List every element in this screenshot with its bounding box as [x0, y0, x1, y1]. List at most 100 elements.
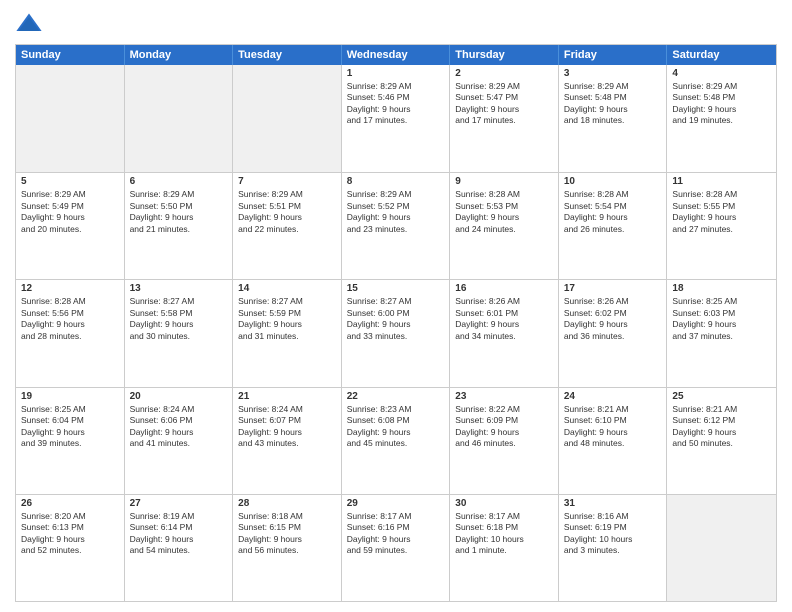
calendar-row: 19 Sunrise: 8:25 AM Sunset: 6:04 PM Dayli… — [16, 387, 776, 494]
cell-info: Sunrise: 8:23 AM Sunset: 6:08 PM Dayligh… — [347, 404, 445, 450]
day-number: 24 — [564, 391, 662, 402]
cell-info: Sunrise: 8:25 AM Sunset: 6:03 PM Dayligh… — [672, 296, 771, 342]
cell-info: Sunrise: 8:29 AM Sunset: 5:47 PM Dayligh… — [455, 81, 553, 127]
day-number: 21 — [238, 391, 336, 402]
cell-info: Sunrise: 8:16 AM Sunset: 6:19 PM Dayligh… — [564, 511, 662, 557]
cell-info: Sunrise: 8:17 AM Sunset: 6:18 PM Dayligh… — [455, 511, 553, 557]
day-number: 16 — [455, 283, 553, 294]
day-number: 7 — [238, 176, 336, 187]
cell-info: Sunrise: 8:29 AM Sunset: 5:51 PM Dayligh… — [238, 189, 336, 235]
weekday-header: Monday — [125, 45, 234, 65]
calendar-cell: 6Sunrise: 8:29 AM Sunset: 5:50 PM Daylig… — [125, 173, 234, 279]
calendar-cell — [16, 65, 125, 172]
calendar-row: 12Sunrise: 8:28 AM Sunset: 5:56 PM Dayli… — [16, 279, 776, 386]
calendar-cell: 29 Sunrise: 8:17 AM Sunset: 6:16 PM Dayli… — [342, 495, 451, 601]
cell-info: Sunrise: 8:29 AM Sunset: 5:52 PM Dayligh… — [347, 189, 445, 235]
day-number: 27 — [130, 498, 228, 509]
day-number: 4 — [672, 68, 771, 79]
day-number: 17 — [564, 283, 662, 294]
day-number: 30 — [455, 498, 553, 509]
calendar-cell: 10 Sunrise: 8:28 AM Sunset: 5:54 PM Dayli… — [559, 173, 668, 279]
cell-info: Sunrise: 8:28 AM Sunset: 5:54 PM Dayligh… — [564, 189, 662, 235]
logo — [15, 10, 46, 38]
day-number: 29 — [347, 498, 445, 509]
cell-info: Sunrise: 8:27 AM Sunset: 6:00 PM Dayligh… — [347, 296, 445, 342]
calendar-cell: 17Sunrise: 8:26 AM Sunset: 6:02 PM Dayli… — [559, 280, 668, 386]
cell-info: Sunrise: 8:27 AM Sunset: 5:58 PM Dayligh… — [130, 296, 228, 342]
calendar-cell: 23Sunrise: 8:22 AM Sunset: 6:09 PM Dayli… — [450, 388, 559, 494]
logo-icon — [15, 10, 43, 38]
calendar-cell: 22 Sunrise: 8:23 AM Sunset: 6:08 PM Dayli… — [342, 388, 451, 494]
day-number: 19 — [21, 391, 119, 402]
weekday-header: Sunday — [16, 45, 125, 65]
calendar-cell: 27Sunrise: 8:19 AM Sunset: 6:14 PM Dayli… — [125, 495, 234, 601]
day-number: 13 — [130, 283, 228, 294]
calendar-cell: 3 Sunrise: 8:29 AM Sunset: 5:48 PM Daylig… — [559, 65, 668, 172]
calendar-cell: 9 Sunrise: 8:28 AM Sunset: 5:53 PM Daylig… — [450, 173, 559, 279]
calendar-cell: 12Sunrise: 8:28 AM Sunset: 5:56 PM Dayli… — [16, 280, 125, 386]
weekday-header: Wednesday — [342, 45, 451, 65]
day-number: 3 — [564, 68, 662, 79]
cell-info: Sunrise: 8:28 AM Sunset: 5:53 PM Dayligh… — [455, 189, 553, 235]
calendar-cell: 13 Sunrise: 8:27 AM Sunset: 5:58 PM Dayli… — [125, 280, 234, 386]
day-number: 14 — [238, 283, 336, 294]
cell-info: Sunrise: 8:29 AM Sunset: 5:49 PM Dayligh… — [21, 189, 119, 235]
weekday-header: Tuesday — [233, 45, 342, 65]
weekday-header: Thursday — [450, 45, 559, 65]
calendar-cell: 21 Sunrise: 8:24 AM Sunset: 6:07 PM Dayli… — [233, 388, 342, 494]
cell-info: Sunrise: 8:29 AM Sunset: 5:48 PM Dayligh… — [564, 81, 662, 127]
cell-info: Sunrise: 8:29 AM Sunset: 5:48 PM Dayligh… — [672, 81, 771, 127]
cell-info: Sunrise: 8:24 AM Sunset: 6:06 PM Dayligh… — [130, 404, 228, 450]
calendar-cell: 14 Sunrise: 8:27 AM Sunset: 5:59 PM Dayli… — [233, 280, 342, 386]
day-number: 25 — [672, 391, 771, 402]
calendar-cell: 30 Sunrise: 8:17 AM Sunset: 6:18 PM Dayli… — [450, 495, 559, 601]
calendar-cell: 11 Sunrise: 8:28 AM Sunset: 5:55 PM Dayli… — [667, 173, 776, 279]
cell-info: Sunrise: 8:27 AM Sunset: 5:59 PM Dayligh… — [238, 296, 336, 342]
calendar-cell: 2Sunrise: 8:29 AM Sunset: 5:47 PM Daylig… — [450, 65, 559, 172]
cell-info: Sunrise: 8:24 AM Sunset: 6:07 PM Dayligh… — [238, 404, 336, 450]
cell-info: Sunrise: 8:20 AM Sunset: 6:13 PM Dayligh… — [21, 511, 119, 557]
day-number: 18 — [672, 283, 771, 294]
cell-info: Sunrise: 8:25 AM Sunset: 6:04 PM Dayligh… — [21, 404, 119, 450]
calendar-body: 1Sunrise: 8:29 AM Sunset: 5:46 PM Daylig… — [16, 65, 776, 601]
day-number: 8 — [347, 176, 445, 187]
calendar-cell: 19 Sunrise: 8:25 AM Sunset: 6:04 PM Dayli… — [16, 388, 125, 494]
calendar-cell: 1Sunrise: 8:29 AM Sunset: 5:46 PM Daylig… — [342, 65, 451, 172]
calendar-cell — [125, 65, 234, 172]
calendar-row: 26 Sunrise: 8:20 AM Sunset: 6:13 PM Dayli… — [16, 494, 776, 601]
calendar-cell: 25 Sunrise: 8:21 AM Sunset: 6:12 PM Dayli… — [667, 388, 776, 494]
day-number: 11 — [672, 176, 771, 187]
calendar-cell: 15 Sunrise: 8:27 AM Sunset: 6:00 PM Dayli… — [342, 280, 451, 386]
calendar-cell — [667, 495, 776, 601]
calendar: SundayMondayTuesdayWednesdayThursdayFrid… — [15, 44, 777, 602]
calendar-cell: 24Sunrise: 8:21 AM Sunset: 6:10 PM Dayli… — [559, 388, 668, 494]
day-number: 10 — [564, 176, 662, 187]
day-number: 15 — [347, 283, 445, 294]
cell-info: Sunrise: 8:21 AM Sunset: 6:12 PM Dayligh… — [672, 404, 771, 450]
cell-info: Sunrise: 8:18 AM Sunset: 6:15 PM Dayligh… — [238, 511, 336, 557]
header — [15, 10, 777, 38]
day-number: 5 — [21, 176, 119, 187]
calendar-cell: 28Sunrise: 8:18 AM Sunset: 6:15 PM Dayli… — [233, 495, 342, 601]
page: SundayMondayTuesdayWednesdayThursdayFrid… — [0, 0, 792, 612]
day-number: 20 — [130, 391, 228, 402]
cell-info: Sunrise: 8:22 AM Sunset: 6:09 PM Dayligh… — [455, 404, 553, 450]
day-number: 22 — [347, 391, 445, 402]
calendar-cell — [233, 65, 342, 172]
cell-info: Sunrise: 8:17 AM Sunset: 6:16 PM Dayligh… — [347, 511, 445, 557]
calendar-cell: 8 Sunrise: 8:29 AM Sunset: 5:52 PM Daylig… — [342, 173, 451, 279]
calendar-cell: 7 Sunrise: 8:29 AM Sunset: 5:51 PM Daylig… — [233, 173, 342, 279]
cell-info: Sunrise: 8:26 AM Sunset: 6:01 PM Dayligh… — [455, 296, 553, 342]
cell-info: Sunrise: 8:28 AM Sunset: 5:55 PM Dayligh… — [672, 189, 771, 235]
calendar-cell: 31 Sunrise: 8:16 AM Sunset: 6:19 PM Dayli… — [559, 495, 668, 601]
day-number: 6 — [130, 176, 228, 187]
calendar-row: 1Sunrise: 8:29 AM Sunset: 5:46 PM Daylig… — [16, 65, 776, 172]
calendar-row: 5 Sunrise: 8:29 AM Sunset: 5:49 PM Daylig… — [16, 172, 776, 279]
calendar-cell: 20 Sunrise: 8:24 AM Sunset: 6:06 PM Dayli… — [125, 388, 234, 494]
calendar-cell: 4 Sunrise: 8:29 AM Sunset: 5:48 PM Daylig… — [667, 65, 776, 172]
day-number: 9 — [455, 176, 553, 187]
day-number: 31 — [564, 498, 662, 509]
day-number: 26 — [21, 498, 119, 509]
cell-info: Sunrise: 8:28 AM Sunset: 5:56 PM Dayligh… — [21, 296, 119, 342]
calendar-header: SundayMondayTuesdayWednesdayThursdayFrid… — [16, 45, 776, 65]
